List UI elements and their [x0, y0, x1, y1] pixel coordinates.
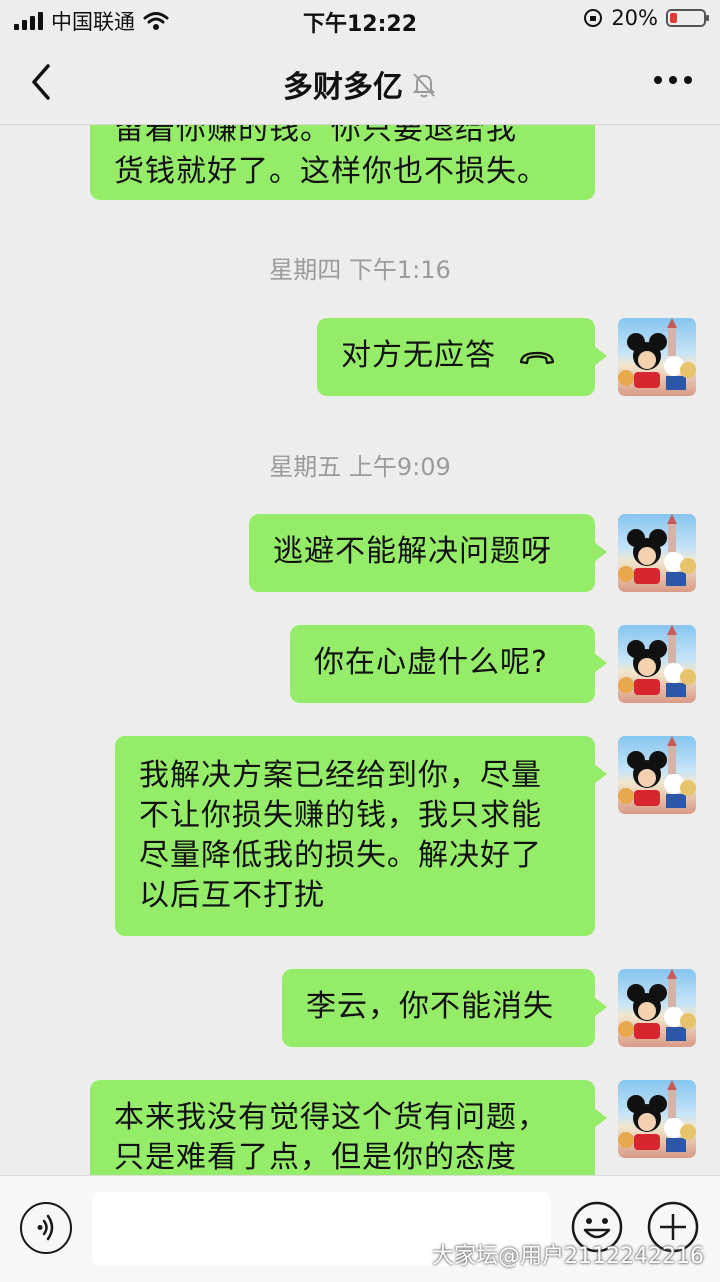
battery-icon: [666, 9, 709, 27]
avatar-cartoon-image: [618, 318, 696, 390]
avatar[interactable]: [618, 1080, 696, 1158]
battery-percent: 20%: [611, 6, 658, 30]
more-dot: [669, 76, 677, 84]
message-line: 本来我没有觉得这个货有问题，: [114, 1100, 548, 1135]
avatar[interactable]: [618, 318, 696, 396]
message-line: 尽量降低我的损失。解决好了: [139, 838, 542, 873]
orientation-lock-icon: [584, 9, 603, 27]
message-line: 留着你赚的钱。你只要退给我: [114, 125, 517, 147]
avatar-cartoon-image: [618, 625, 696, 697]
avatar[interactable]: [618, 625, 696, 703]
message-bubble[interactable]: 你在心虚什么呢?: [290, 625, 607, 703]
chat-title: 多财多亿: [0, 62, 720, 107]
message-text: 李云，你不能消失: [306, 989, 554, 1024]
message-text: 你在心虚什么呢?: [314, 645, 548, 680]
message-bubble[interactable]: 李云，你不能消失: [282, 969, 607, 1047]
message-line: 以后互不打扰: [139, 878, 325, 913]
message-line: 不让你损失赚的钱，我只求能: [139, 798, 542, 833]
phone-hangup-icon: [518, 337, 556, 377]
more-button[interactable]: [654, 76, 692, 84]
avatar[interactable]: [618, 514, 696, 592]
status-bar: 中国联通 下午12:22 20%: [0, 0, 720, 40]
avatar-cartoon-image: [618, 514, 696, 586]
voice-icon: [37, 1214, 54, 1241]
message-line: 我解决方案已经给到你，尽量: [139, 758, 542, 793]
watermark-text: 大家坛@用户2112242216: [432, 1244, 704, 1269]
message-line: 只是难看了点，但是你的态度: [114, 1140, 517, 1175]
voice-button[interactable]: [20, 1202, 72, 1254]
status-right: 20%: [583, 6, 709, 30]
call-status-text: 对方无应答: [341, 338, 496, 373]
message-text: 逃避不能解决问题呀: [273, 534, 552, 569]
contact-name: 多财多亿: [283, 70, 403, 105]
message-bubble[interactable]: 逃避不能解决问题呀: [249, 514, 607, 592]
message-bubble[interactable]: 我解决方案已经给到你，尽量 不让你损失赚的钱，我只求能 尽量降低我的损失。解决好…: [115, 736, 607, 936]
message-bubble[interactable]: 留着你赚的钱。你只要退给我 货钱就好了。这样你也不损失。: [90, 125, 595, 200]
chat-header: 多财多亿: [0, 40, 720, 125]
message-bubble[interactable]: 本来我没有觉得这个货有问题， 只是难看了点，但是你的态度: [90, 1080, 607, 1175]
avatar-cartoon-image: [618, 969, 696, 1041]
more-dot: [684, 76, 692, 84]
more-dots-icon: [654, 76, 662, 84]
call-record-bubble[interactable]: 对方无应答: [317, 318, 607, 396]
avatar[interactable]: [618, 969, 696, 1047]
avatar-cartoon-image: [618, 736, 696, 808]
message-line: 货钱就好了。这样你也不损失。: [114, 154, 548, 189]
avatar-cartoon-image: [618, 1080, 696, 1152]
timestamp: 星期四 下午1:16: [269, 256, 451, 284]
message-list[interactable]: 留着你赚的钱。你只要退给我 货钱就好了。这样你也不损失。 星期四 下午1:16 …: [0, 125, 720, 1175]
avatar[interactable]: [618, 736, 696, 814]
timestamp: 星期五 上午9:09: [269, 453, 451, 481]
mute-bell-icon: [411, 71, 437, 107]
